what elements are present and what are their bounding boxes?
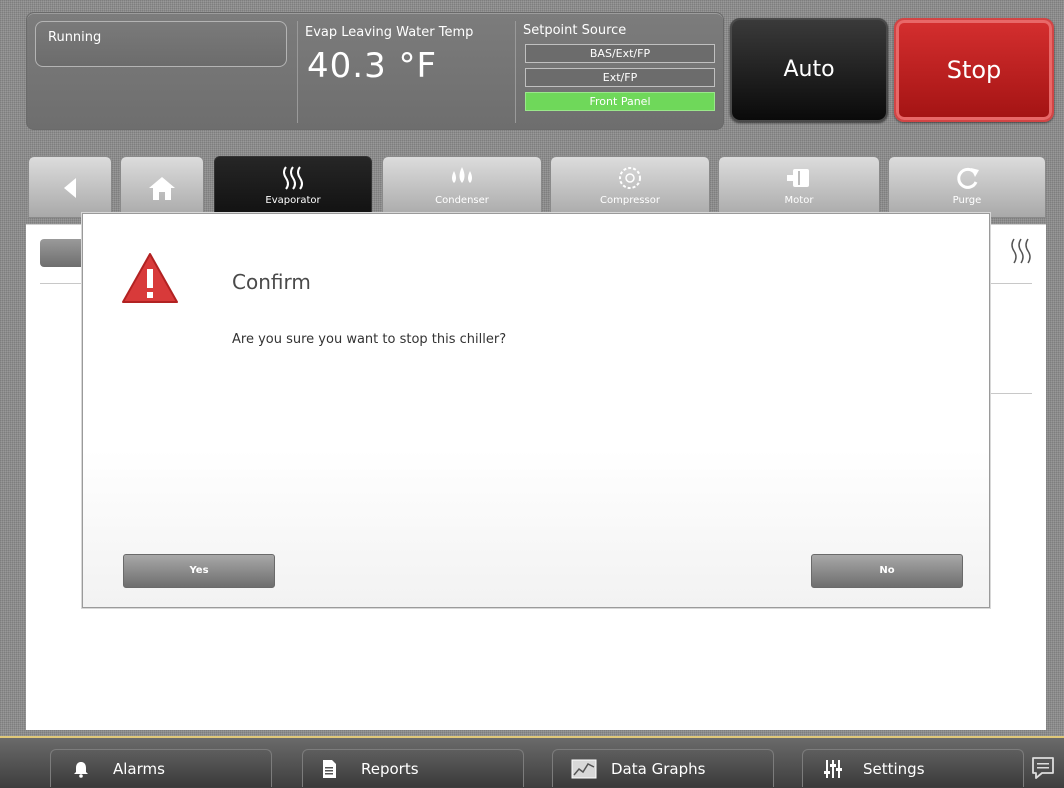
tab-purge[interactable]: Purge <box>888 156 1046 218</box>
back-arrow-icon <box>64 178 76 198</box>
condenser-icon <box>452 167 472 183</box>
status-panel: Running Evap Leaving Water Temp 40.3 °F … <box>26 12 724 130</box>
tab-label: Compressor <box>600 195 660 206</box>
evaporator-icon <box>283 166 303 190</box>
divider <box>515 21 516 123</box>
setpoint-option-front-panel[interactable]: Front Panel <box>525 92 715 111</box>
chiller-state-display[interactable]: Running <box>35 21 287 67</box>
tab-label: Motor <box>784 195 814 206</box>
tab-label: Purge <box>952 195 982 206</box>
message-icon[interactable] <box>1030 755 1056 781</box>
reports-label: Reports <box>361 760 419 778</box>
warning-icon <box>122 253 178 303</box>
tab-condenser[interactable]: Condenser <box>382 156 542 218</box>
tab-compressor[interactable]: Compressor <box>550 156 710 218</box>
bell-icon <box>74 762 88 778</box>
document-icon <box>323 760 336 778</box>
divider <box>297 21 298 123</box>
home-icon <box>149 177 175 200</box>
tab-motor[interactable]: Motor <box>718 156 880 218</box>
dialog-message: Are you sure you want to stop this chill… <box>232 332 507 347</box>
purge-icon <box>957 167 979 189</box>
settings-button[interactable]: Settings <box>802 749 1024 787</box>
alarms-label: Alarms <box>113 760 165 778</box>
tab-evaporator[interactable]: Evaporator <box>214 156 372 218</box>
no-button[interactable]: No <box>811 554 963 588</box>
divider <box>986 393 1032 394</box>
motor-icon <box>787 169 809 187</box>
bottom-nav-bar: Alarms Reports Data Graphs Settings <box>0 736 1064 788</box>
temp-value: 40.3 °F <box>307 46 438 86</box>
dialog-title: Confirm <box>232 270 311 294</box>
data-graphs-label: Data Graphs <box>611 760 706 778</box>
stop-button[interactable]: Stop <box>894 18 1054 122</box>
settings-label: Settings <box>863 760 925 778</box>
auto-button[interactable]: Auto <box>730 18 888 122</box>
reports-button[interactable]: Reports <box>302 749 524 787</box>
confirm-dialog: Confirm Are you sure you want to stop th… <box>82 213 990 608</box>
yes-button[interactable]: Yes <box>123 554 275 588</box>
chiller-state-text: Running <box>48 30 102 45</box>
setpoint-source-label: Setpoint Source <box>523 23 627 38</box>
tab-back[interactable] <box>28 156 112 218</box>
data-graphs-button[interactable]: Data Graphs <box>552 749 774 787</box>
tab-label: Condenser <box>435 195 489 206</box>
compressor-icon <box>619 167 641 189</box>
evaporator-icon <box>1011 238 1031 264</box>
setpoint-option-bas[interactable]: BAS/Ext/FP <box>525 44 715 63</box>
chart-icon <box>571 759 597 779</box>
sliders-icon <box>824 760 842 778</box>
setpoint-option-ext[interactable]: Ext/FP <box>525 68 715 87</box>
tab-home[interactable] <box>120 156 204 218</box>
alarms-button[interactable]: Alarms <box>50 749 272 787</box>
temp-label: Evap Leaving Water Temp <box>305 25 474 40</box>
tab-label: Evaporator <box>265 195 321 206</box>
